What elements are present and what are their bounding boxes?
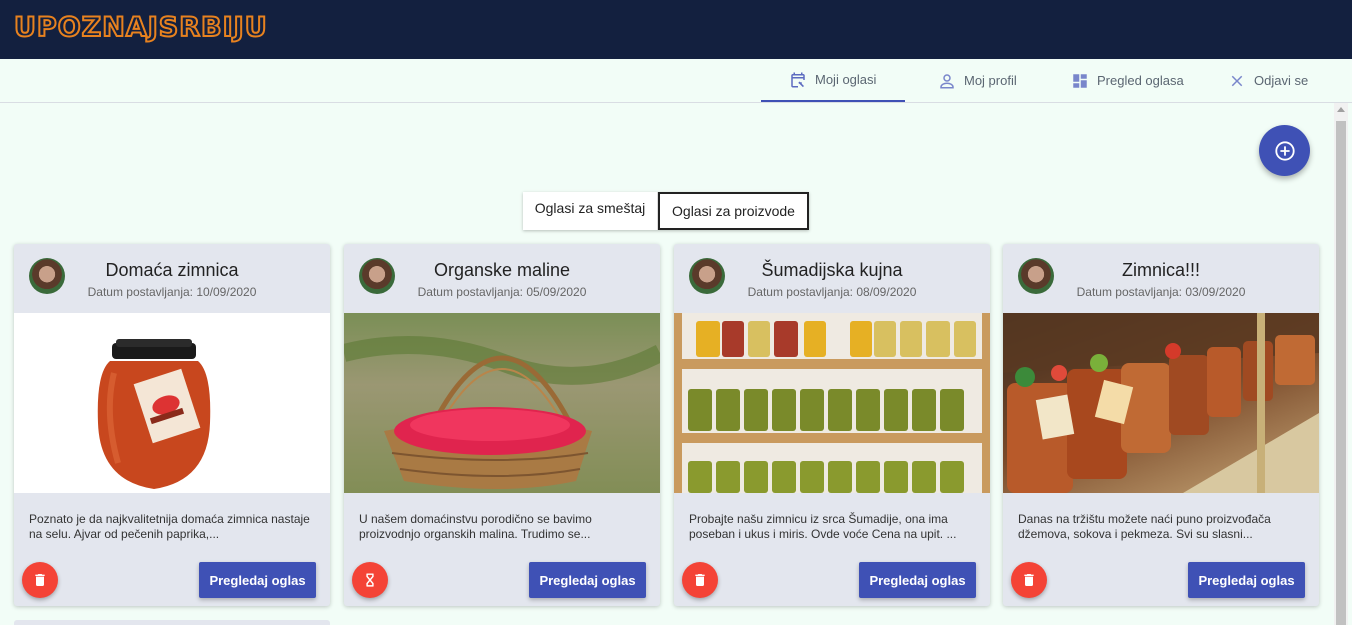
toggle-accommodation[interactable]: Oglasi za smeštaj: [523, 192, 658, 230]
card-title: Zimnica!!!: [1121, 260, 1200, 280]
listing-card: Šumadijska kujna Datum postavljanja: 08/…: [674, 244, 990, 606]
trash-icon: [695, 574, 705, 586]
scroll-up-arrow-icon[interactable]: [1337, 107, 1345, 112]
view-listing-button[interactable]: Pregledaj oglas: [199, 562, 316, 598]
nav-item-moji-oglasi[interactable]: Moji oglasi: [761, 59, 905, 102]
hourglass-icon: [366, 573, 374, 587]
card-image: [344, 313, 660, 493]
nav-item-odjavi-se[interactable]: Odjavi se: [1228, 59, 1308, 102]
close-icon: [1231, 75, 1243, 86]
nav-label: Moji oglasi: [815, 72, 877, 87]
pending-button[interactable]: [352, 562, 388, 598]
view-listing-button[interactable]: Pregledaj oglas: [859, 562, 976, 598]
site-logo[interactable]: UPOZNAJSRBIJU: [13, 11, 268, 44]
card-image: [14, 313, 330, 493]
nav-item-moj-profil[interactable]: Moj profil: [938, 59, 1017, 102]
top-header: UPOZNAJSRBIJU: [0, 0, 1352, 59]
card-description: Poznato je da najkvalitetnija domaća zim…: [29, 512, 310, 541]
card-description: Probajte našu zimnicu iz srca Šumadije, …: [689, 512, 957, 541]
card-title: Šumadijska kujna: [761, 260, 903, 280]
add-listing-button[interactable]: [1259, 125, 1310, 176]
scroll-thumb[interactable]: [1336, 121, 1346, 625]
card-date: Datum postavljanja: 03/09/2020: [1076, 285, 1246, 299]
card-description: Danas na tržištu možete naći puno proizv…: [1018, 512, 1271, 541]
view-listing-button[interactable]: Pregledaj oglas: [529, 562, 646, 598]
listing-card: Domaća zimnica Datum postavljanja: 10/09…: [14, 244, 330, 606]
delete-button[interactable]: [1011, 562, 1047, 598]
toggle-products[interactable]: Oglasi za proizvode: [658, 192, 809, 230]
card-image: [674, 313, 990, 493]
calendar-edit-icon: [791, 72, 805, 87]
nav-label: Pregled oglasa: [1097, 73, 1184, 88]
card-date: Datum postavljanja: 08/09/2020: [747, 285, 917, 299]
card-date: Datum postavljanja: 10/09/2020: [87, 285, 257, 299]
add-circle-icon: [1274, 140, 1295, 161]
listing-type-toggle: Oglasi za smeštaj Oglasi za proizvode: [523, 192, 809, 230]
listing-card-partial: [14, 620, 330, 625]
navigation-bar: Moji oglasi Moj profil Pregled oglasa Od…: [0, 59, 1352, 103]
trash-icon: [1024, 574, 1034, 586]
card-description: U našem domaćinstvu porodično se bavimo …: [359, 512, 592, 541]
delete-button[interactable]: [22, 562, 58, 598]
delete-button[interactable]: [682, 562, 718, 598]
nav-label: Odjavi se: [1254, 73, 1309, 88]
trash-icon: [35, 574, 45, 586]
listing-card: Organske maline Datum postavljanja: 05/0…: [344, 244, 660, 606]
nav-label: Moj profil: [964, 73, 1017, 88]
view-listing-button[interactable]: Pregledaj oglas: [1188, 562, 1305, 598]
nav-item-pregled-oglasa[interactable]: Pregled oglasa: [1071, 59, 1184, 102]
card-title: Domaća zimnica: [105, 260, 239, 280]
card-title: Organske maline: [433, 260, 571, 280]
listing-card: Zimnica!!! Datum postavljanja: 03/09/202…: [1003, 244, 1319, 606]
dashboard-icon: [1073, 73, 1087, 88]
vertical-scrollbar[interactable]: [1334, 103, 1348, 625]
card-date: Datum postavljanja: 05/09/2020: [417, 285, 587, 299]
card-image: [1003, 313, 1319, 493]
person-icon: [940, 73, 954, 88]
